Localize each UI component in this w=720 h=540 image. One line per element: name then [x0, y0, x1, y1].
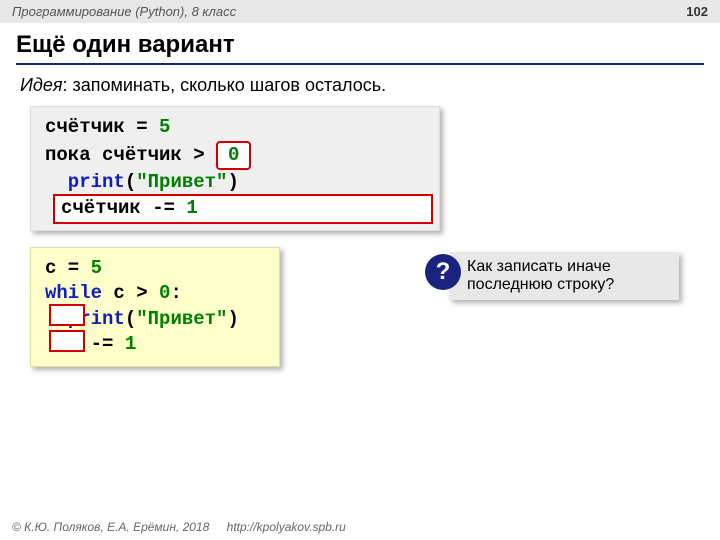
- question-callout: ? Как записать иначе последнюю строку?: [425, 252, 679, 300]
- code-text: (: [125, 308, 136, 330]
- highlight-indent-1: [49, 304, 85, 326]
- python-box: c = 5 while c > 0: print("Привет") c -= …: [30, 247, 280, 368]
- copyright: © К.Ю. Поляков, Е.А. Ерёмин, 2018: [12, 520, 209, 534]
- page-number: 102: [686, 4, 708, 19]
- code-line: счётчик = 5: [45, 115, 425, 141]
- title-area: Ещё один вариант: [0, 23, 720, 69]
- code-keyword: while: [45, 282, 102, 304]
- code-keyword: print: [45, 171, 125, 193]
- idea-text: : запоминать, сколько шагов осталось.: [62, 75, 386, 95]
- code-text: c >: [102, 282, 159, 304]
- content: счётчик = 5 пока счётчик > 0 print("Прив…: [0, 106, 720, 367]
- code-line: c = 5: [45, 256, 265, 282]
- code-text: ): [227, 308, 238, 330]
- code-text: ): [227, 171, 238, 193]
- code-line: пока счётчик > 0: [45, 141, 425, 171]
- code-literal: 5: [91, 257, 102, 279]
- header-bar: Программирование (Python), 8 класс 102: [0, 0, 720, 23]
- code-literal: 5: [159, 116, 170, 138]
- highlight-indent-2: [49, 330, 85, 352]
- title-underline: [16, 63, 704, 65]
- code-literal: 1: [186, 197, 197, 219]
- idea-label: Идея: [20, 75, 62, 95]
- code-text: :: [170, 282, 181, 304]
- code-literal: 1: [125, 333, 136, 355]
- code-text: счётчик -=: [61, 197, 186, 219]
- highlight-decrement: счётчик -= 1: [53, 194, 433, 224]
- code-literal: 0: [159, 282, 170, 304]
- code-string: "Привет": [136, 171, 227, 193]
- footer-url: http://kpolyakov.spb.ru: [227, 520, 346, 534]
- highlight-zero: 0: [216, 141, 251, 171]
- question-mark-icon: ?: [425, 254, 461, 290]
- python-area: c = 5 while c > 0: print("Привет") c -= …: [20, 247, 700, 368]
- footer: © К.Ю. Поляков, Е.А. Ерёмин, 2018 http:/…: [12, 520, 346, 534]
- code-text: пока счётчик >: [45, 144, 216, 166]
- code-string: "Привет": [136, 308, 227, 330]
- page-title: Ещё один вариант: [16, 31, 704, 59]
- idea-line: Идея: запоминать, сколько шагов осталось…: [0, 69, 720, 106]
- course-label: Программирование (Python), 8 класс: [12, 4, 236, 19]
- code-text: c =: [45, 257, 91, 279]
- code-line: print("Привет"): [45, 170, 425, 196]
- code-text: счётчик =: [45, 116, 159, 138]
- code-text: (: [125, 171, 136, 193]
- pseudocode-box: счётчик = 5 пока счётчик > 0 print("Прив…: [30, 106, 440, 231]
- question-text: Как записать иначе последнюю строку?: [449, 252, 679, 300]
